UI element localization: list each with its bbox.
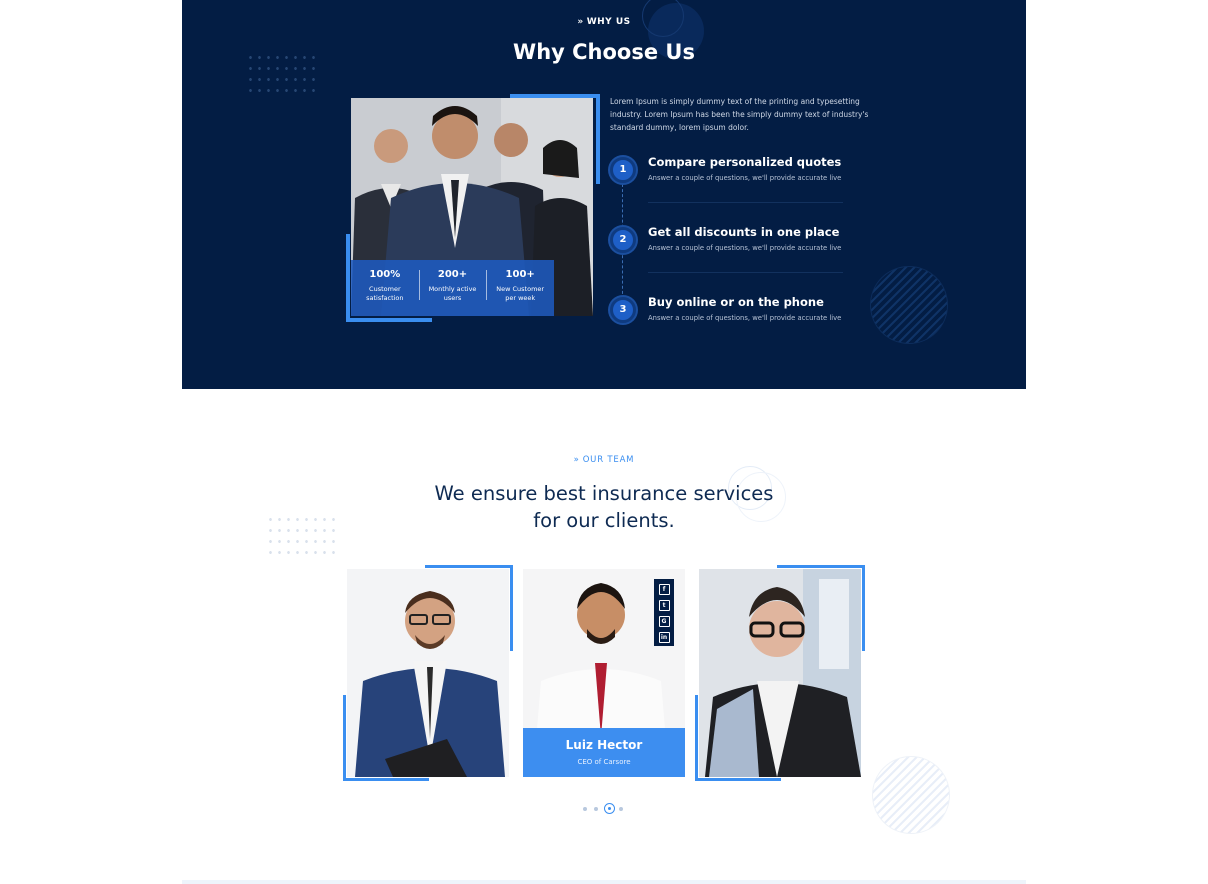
google-icon[interactable]: G bbox=[658, 616, 670, 627]
pager-dot[interactable] bbox=[619, 807, 623, 811]
section-title: We ensure best insurance services for ou… bbox=[0, 480, 1208, 534]
pager-dot[interactable] bbox=[594, 807, 598, 811]
step-description: Answer a couple of questions, we'll prov… bbox=[648, 174, 842, 182]
member-role: CEO of Carsore bbox=[577, 758, 631, 766]
card-frame-accent bbox=[862, 565, 865, 651]
team-member-photo bbox=[347, 569, 509, 777]
team-photo-block: 100% Customer satisfaction 200+ Monthly … bbox=[346, 94, 600, 322]
member-nameplate: Luiz Hector CEO of Carsore bbox=[523, 728, 685, 777]
carousel-pager bbox=[583, 803, 625, 815]
eyebrow-text: OUR TEAM bbox=[582, 455, 635, 465]
card-frame-accent bbox=[777, 565, 865, 568]
pager-dot-active[interactable] bbox=[604, 803, 615, 814]
step-number-badge: 2 bbox=[610, 227, 636, 253]
team-member-card-featured[interactable]: f t G in Luiz Hector CEO of Carsore bbox=[519, 565, 689, 781]
photo-frame-accent bbox=[596, 94, 600, 184]
decorative-striped-circle bbox=[872, 756, 950, 834]
step-description: Answer a couple of questions, we'll prov… bbox=[648, 244, 842, 252]
why-us-section: » WHY US Why Choose Us 100% Customer sat… bbox=[182, 0, 1026, 389]
stat-label: New Customer per week bbox=[496, 285, 545, 302]
double-chevron-icon: » bbox=[577, 17, 584, 27]
stat-item: 100+ New Customer per week bbox=[486, 260, 554, 316]
divider bbox=[648, 272, 843, 273]
man-with-glasses-illustration bbox=[699, 569, 861, 777]
section-eyebrow: » OUR TEAM bbox=[0, 455, 1208, 465]
card-frame-accent bbox=[425, 565, 513, 568]
step-number-badge: 3 bbox=[610, 297, 636, 323]
step-title: Compare personalized quotes bbox=[648, 155, 842, 169]
stat-value: 200+ bbox=[437, 269, 468, 280]
double-chevron-icon: » bbox=[573, 455, 580, 465]
title-line: for our clients. bbox=[533, 509, 675, 532]
businessman-illustration bbox=[347, 569, 509, 777]
decorative-striped-circle bbox=[870, 266, 948, 344]
stat-value: 100+ bbox=[505, 269, 535, 280]
team-member-card[interactable] bbox=[695, 565, 865, 781]
stat-item: 100% Customer satisfaction bbox=[351, 260, 419, 316]
member-name: Luiz Hector bbox=[565, 738, 643, 752]
section-title: Why Choose Us bbox=[513, 40, 695, 64]
stats-overlay: 100% Customer satisfaction 200+ Monthly … bbox=[351, 260, 554, 316]
steps-list: 1 Compare personalized quotes Answer a c… bbox=[610, 154, 850, 364]
step-number-badge: 1 bbox=[610, 157, 636, 183]
step-item: 3 Buy online or on the phone Answer a co… bbox=[610, 294, 850, 364]
step-item: 2 Get all discounts in one place Answer … bbox=[610, 224, 850, 294]
section-eyebrow: » WHY US bbox=[182, 17, 1026, 27]
social-links: f t G in bbox=[654, 579, 674, 646]
title-line: We ensure best insurance services bbox=[434, 482, 774, 505]
team-member-card[interactable] bbox=[343, 565, 513, 781]
linkedin-icon[interactable]: in bbox=[658, 632, 670, 643]
stat-label: Customer satisfaction bbox=[366, 285, 404, 302]
step-title: Buy online or on the phone bbox=[648, 295, 824, 309]
card-frame-accent bbox=[343, 778, 429, 781]
section-divider bbox=[182, 880, 1026, 884]
photo-frame-accent bbox=[346, 318, 432, 322]
card-frame-accent bbox=[695, 695, 698, 781]
step-title: Get all discounts in one place bbox=[648, 225, 840, 239]
twitter-icon[interactable]: t bbox=[658, 600, 670, 611]
stat-label: Monthly active users bbox=[428, 285, 477, 302]
facebook-icon[interactable]: f bbox=[658, 584, 670, 595]
stat-value: 100% bbox=[369, 269, 401, 280]
divider bbox=[648, 202, 843, 203]
step-item: 1 Compare personalized quotes Answer a c… bbox=[610, 154, 850, 224]
team-member-photo bbox=[699, 569, 861, 777]
card-frame-accent bbox=[695, 778, 781, 781]
intro-paragraph: Lorem Ipsum is simply dummy text of the … bbox=[610, 97, 869, 132]
eyebrow-text: WHY US bbox=[586, 17, 631, 27]
card-frame-accent bbox=[343, 695, 346, 781]
pager-dot[interactable] bbox=[583, 807, 587, 811]
stat-item: 200+ Monthly active users bbox=[418, 260, 487, 316]
step-description: Answer a couple of questions, we'll prov… bbox=[648, 314, 842, 322]
photo-frame-accent bbox=[346, 234, 350, 322]
card-frame-accent bbox=[510, 565, 513, 651]
